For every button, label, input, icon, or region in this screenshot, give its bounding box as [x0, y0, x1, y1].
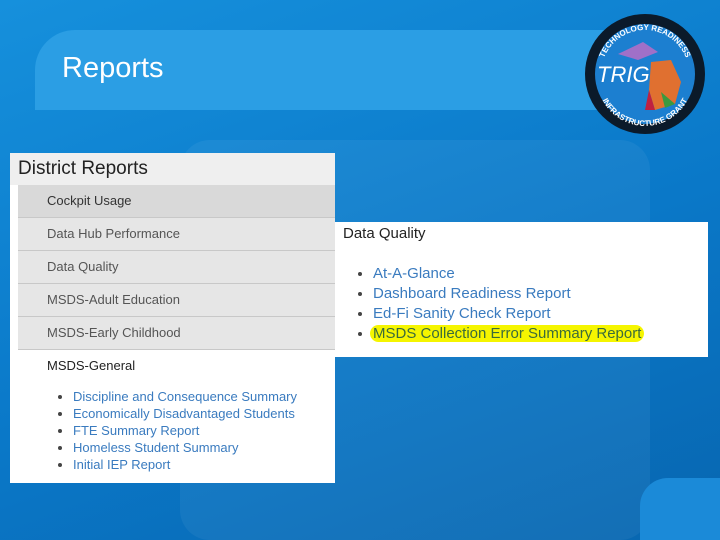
menu-item-msds-early-childhood[interactable]: MSDS-Early Childhood — [18, 317, 335, 350]
district-reports-heading: District Reports — [10, 153, 335, 185]
link-msds-collection-error-summary[interactable]: MSDS Collection Error Summary Report — [370, 325, 645, 342]
link-homeless-summary[interactable]: Homeless Student Summary — [73, 440, 238, 455]
corner-decor — [640, 478, 720, 540]
slide: Reports TRIG TECHNOLOGY READINESS INFRAS… — [0, 0, 720, 540]
menu-item-data-hub-performance[interactable]: Data Hub Performance — [18, 218, 335, 251]
link-dashboard-readiness[interactable]: Dashboard Readiness Report — [373, 285, 571, 302]
menu-item-cockpit-usage[interactable]: Cockpit Usage — [18, 185, 335, 218]
slide-title: Reports — [62, 52, 164, 84]
msds-general-links: Discipline and Consequence Summary Econo… — [10, 388, 335, 473]
trig-logo: TRIG TECHNOLOGY READINESS INFRASTRUCTURE… — [585, 14, 705, 134]
menu-item-data-quality[interactable]: Data Quality — [18, 251, 335, 284]
link-at-a-glance[interactable]: At-A-Glance — [373, 265, 455, 282]
svg-text:TRIG: TRIG — [597, 62, 650, 87]
data-quality-heading: Data Quality — [343, 225, 426, 242]
data-quality-panel: Data Quality At-A-Glance Dashboard Readi… — [335, 222, 708, 357]
district-reports-panel: District Reports Cockpit Usage Data Hub … — [10, 153, 335, 483]
link-edfi-sanity-check[interactable]: Ed-Fi Sanity Check Report — [373, 305, 551, 322]
menu-item-msds-general[interactable]: MSDS-General — [18, 350, 335, 382]
link-econ-disadvantaged[interactable]: Economically Disadvantaged Students — [73, 406, 295, 421]
link-fte-summary[interactable]: FTE Summary Report — [73, 423, 199, 438]
link-initial-iep[interactable]: Initial IEP Report — [73, 457, 170, 472]
link-discipline-summary[interactable]: Discipline and Consequence Summary — [73, 389, 297, 404]
data-quality-links: At-A-Glance Dashboard Readiness Report E… — [335, 264, 708, 344]
menu-item-msds-adult-education[interactable]: MSDS-Adult Education — [18, 284, 335, 317]
